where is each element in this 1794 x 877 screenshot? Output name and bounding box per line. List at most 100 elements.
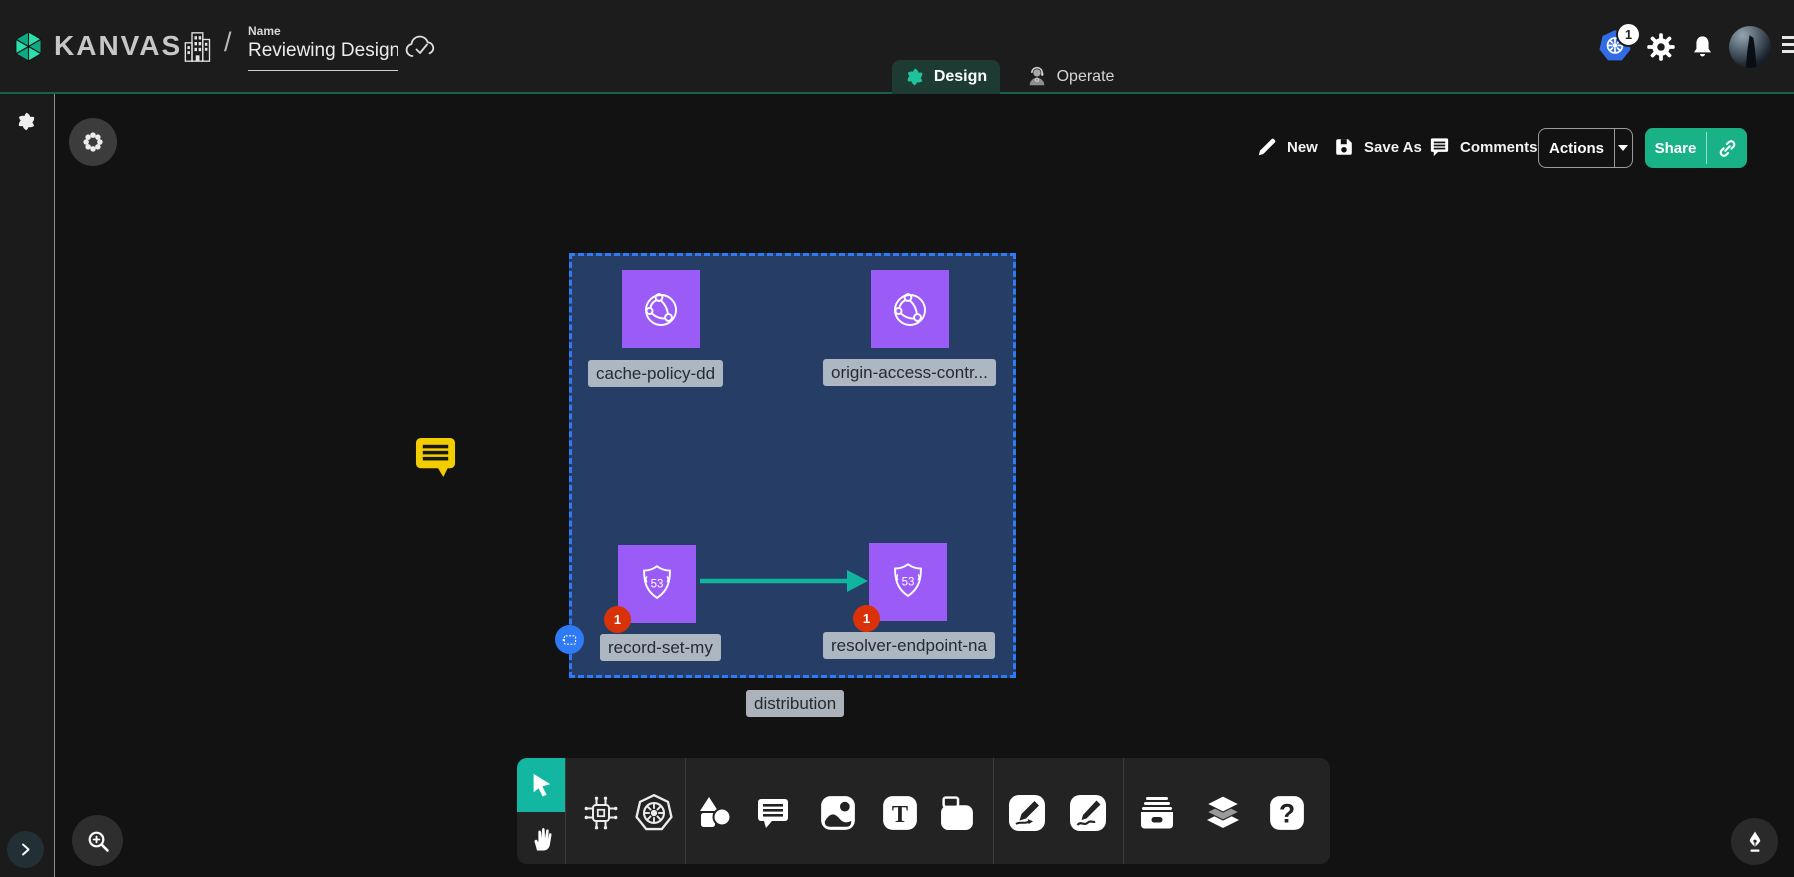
svg-text:53: 53 xyxy=(651,578,664,590)
tool-archive[interactable] xyxy=(1135,791,1179,835)
tool-pencil[interactable] xyxy=(1066,791,1110,835)
node-label-resolver-endpoint: resolver-endpoint-na xyxy=(823,632,995,659)
settings-button[interactable] xyxy=(1646,32,1676,67)
cloudfront-globe-icon xyxy=(637,285,685,333)
design-canvas[interactable]: New Save As Comments Actions xyxy=(55,94,1794,877)
group-handle[interactable] xyxy=(555,625,584,654)
hand-icon xyxy=(528,825,555,852)
tab-design-label: Design xyxy=(934,68,987,86)
comment-icon xyxy=(1428,136,1451,159)
actions-dropdown[interactable]: Actions xyxy=(1538,128,1633,168)
design-name-field: Name xyxy=(248,24,398,71)
selection-rect-icon xyxy=(562,634,577,646)
tool-pen[interactable] xyxy=(1005,791,1049,835)
tool-kubernetes[interactable] xyxy=(632,791,676,835)
cursor-arrow-icon xyxy=(529,772,553,798)
organization-button[interactable] xyxy=(182,28,212,71)
notifications-button[interactable] xyxy=(1689,33,1716,66)
bottom-toolbar: T xyxy=(517,758,1330,864)
chevron-right-icon xyxy=(18,842,33,857)
tool-help[interactable]: ? xyxy=(1265,791,1309,835)
user-avatar[interactable] xyxy=(1729,26,1771,68)
actions-dropdown-caret[interactable] xyxy=(1615,129,1632,167)
design-name-input[interactable] xyxy=(248,38,398,71)
save-as-button-label: Save As xyxy=(1364,139,1422,156)
annotation-pen-button[interactable] xyxy=(1731,818,1778,865)
group-label-distribution: distribution xyxy=(746,690,844,717)
shapes-icon xyxy=(696,794,734,832)
node-record-set[interactable]: 53 xyxy=(618,545,696,623)
node-cache-policy[interactable] xyxy=(622,270,700,348)
node-origin-access-control[interactable] xyxy=(871,270,949,348)
floppy-disk-icon xyxy=(1333,136,1355,158)
cloud-saved-icon xyxy=(403,33,439,61)
pen-nib-icon xyxy=(1743,830,1767,854)
canvas-comment-marker[interactable] xyxy=(414,436,457,484)
help-icon: ? xyxy=(1268,794,1306,832)
avatar xyxy=(1729,26,1771,68)
tool-layers[interactable] xyxy=(1201,791,1245,835)
tool-infrastructure[interactable] xyxy=(579,791,623,835)
bell-icon xyxy=(1689,33,1716,61)
node-label-origin-access-control: origin-access-contr... xyxy=(823,359,996,386)
gear-icon xyxy=(1646,32,1676,62)
zoom-button[interactable] xyxy=(72,815,123,866)
k8s-notification-badge[interactable]: 1 xyxy=(1616,22,1641,47)
top-bar: KANVAS / Name xyxy=(0,0,1794,94)
toolbar-divider xyxy=(1123,758,1124,864)
tool-comment[interactable] xyxy=(751,791,795,835)
tab-design[interactable]: Design xyxy=(892,60,1000,94)
logo-button[interactable]: KANVAS xyxy=(13,30,182,62)
building-icon xyxy=(182,28,212,66)
node-resolver-endpoint-badge[interactable]: 1 xyxy=(853,605,880,632)
tool-cursor[interactable] xyxy=(517,758,565,812)
tool-image[interactable] xyxy=(816,791,860,835)
pen-tool-icon xyxy=(1008,794,1046,832)
workspace-button[interactable] xyxy=(16,111,37,137)
tool-shapes[interactable] xyxy=(693,791,737,835)
text-tool-icon: T xyxy=(881,794,919,832)
app-window: KANVAS / Name xyxy=(0,0,1794,877)
comments-button[interactable]: Comments xyxy=(1428,136,1538,159)
share-button-label[interactable]: Share xyxy=(1645,128,1706,168)
new-button[interactable]: New xyxy=(1256,136,1318,158)
edge-record-set-to-resolver[interactable] xyxy=(692,562,876,600)
canvas-menu-button[interactable] xyxy=(69,118,117,166)
comment-marker-icon xyxy=(414,436,457,479)
chip-icon xyxy=(581,793,621,833)
overflow-menu-button[interactable] xyxy=(1782,36,1794,53)
archive-drawer-icon xyxy=(1137,794,1177,832)
kubernetes-wheel-icon xyxy=(633,792,675,834)
tool-hand[interactable] xyxy=(517,812,565,864)
toolbar-divider xyxy=(685,758,686,864)
comments-button-label: Comments xyxy=(1460,139,1538,156)
tool-frame[interactable] xyxy=(935,791,979,835)
tool-text[interactable]: T xyxy=(878,791,922,835)
cloudfront-globe-icon xyxy=(886,285,934,333)
node-resolver-endpoint[interactable]: 53 xyxy=(869,543,947,621)
layers-icon xyxy=(1203,793,1243,833)
k8s-connection-button[interactable]: 1 xyxy=(1598,28,1632,69)
node-record-set-badge[interactable]: 1 xyxy=(604,606,631,633)
new-button-label: New xyxy=(1287,139,1318,156)
copy-link-button[interactable] xyxy=(1707,128,1747,168)
save-as-button[interactable]: Save As xyxy=(1333,136,1422,158)
route53-shield-icon: 53 xyxy=(634,561,680,607)
kanvas-logo-icon xyxy=(13,31,44,62)
pencil-tool-icon xyxy=(1069,794,1107,832)
logo-text: KANVAS xyxy=(54,30,182,62)
svg-text:53: 53 xyxy=(902,576,915,588)
share-split-button[interactable]: Share xyxy=(1645,128,1747,168)
actions-dropdown-label[interactable]: Actions xyxy=(1539,129,1614,167)
toolbar-divider xyxy=(565,758,566,864)
node-label-cache-policy: cache-policy-dd xyxy=(588,360,723,387)
left-sidebar xyxy=(0,94,55,877)
link-icon xyxy=(1718,139,1737,158)
operator-headset-icon xyxy=(1026,66,1048,88)
design-spiral-icon xyxy=(905,67,925,87)
tab-operate[interactable]: Operate xyxy=(1012,60,1128,94)
chevron-down-icon xyxy=(1617,144,1629,152)
node-label-record-set: record-set-my xyxy=(600,634,721,661)
route53-shield-icon: 53 xyxy=(885,559,931,605)
sidebar-expand-button[interactable] xyxy=(7,831,44,868)
